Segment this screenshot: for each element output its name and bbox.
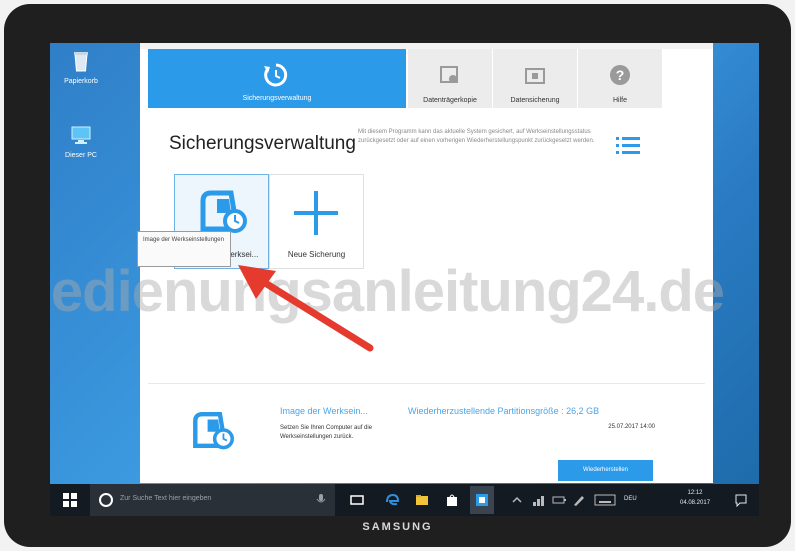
backup-restore-icon [264,63,288,87]
page-title: Sicherungsverwaltung [169,133,356,154]
divider [148,383,705,384]
desktop-icon-this-pc[interactable]: Dieser PC [52,123,110,159]
clock-date: 04.08.2017 [680,500,711,506]
computer-icon [71,126,91,144]
page-description: Mit diesem Programm kann das aktuelle Sy… [358,129,595,144]
tab-hilfe[interactable]: ? Hilfe [578,49,662,108]
clock[interactable]: 12:12 04.08.2017 [680,488,710,508]
details-title: Image der Werksein... [280,406,368,416]
factory-image-icon [200,190,247,233]
desktop-icon-recycle-bin[interactable]: Papierkorb [52,49,110,85]
tab-label: Hilfe [612,97,627,104]
store-icon[interactable] [445,493,459,507]
cortana-icon [99,493,113,507]
tab-label: Datensicherung [510,97,560,104]
plus-icon [294,191,338,235]
tab-datentraegerkopie[interactable]: Datenträgerkopie [408,49,492,108]
language-indicator[interactable]: DEU [624,496,637,502]
restore-button[interactable]: Wiederherstellen [558,460,653,481]
svg-text:?: ? [616,67,625,83]
disk-copy-icon [440,66,458,83]
annotation-arrow [238,265,374,352]
list-menu-icon[interactable] [616,136,640,154]
keyboard-icon[interactable] [594,493,616,507]
pen-icon[interactable] [572,493,586,507]
tab-label: Datenträgerkopie [423,97,477,104]
file-explorer-icon[interactable] [415,493,429,507]
help-icon: ? [610,65,630,85]
desktop-icon-label: Papierkorb [64,78,98,85]
data-backup-icon [525,68,545,84]
task-view-icon[interactable] [350,493,364,507]
tablet-frame: Papierkorb Dieser PC Sicherungsverwaltun… [4,4,791,547]
tab-label: Sicherungsverwaltung [242,95,312,102]
action-center-icon[interactable] [734,493,748,507]
details-description: Setzen Sie Ihren Computer auf die Werkse… [280,425,373,440]
desktop-icon-label: Dieser PC [65,152,97,159]
tab-datensicherung[interactable]: Datensicherung [493,49,577,108]
taskbar-search[interactable]: Zur Suche Text hier eingeben [90,484,335,516]
tab-sicherungsverwaltung[interactable]: Sicherungsverwaltung [148,49,406,108]
factory-image-icon [193,411,234,450]
clock-time: 12:12 [687,490,703,496]
microphone-icon[interactable] [316,494,326,506]
network-icon[interactable] [532,493,546,507]
device-brand-logo: SAMSUNG [362,521,433,533]
windows-start-icon[interactable] [63,493,77,507]
recovery-app-icon [476,494,488,506]
recycle-bin-icon [74,52,88,72]
active-app-highlight[interactable] [470,486,494,514]
details-date: 25.07.2017 14:00 [608,424,655,430]
edge-browser-icon[interactable] [385,493,399,507]
details-partition-size: Wiederherzustellende Partitionsgröße : 2… [408,406,600,416]
watermark: Bedienungsanleitung24.de [50,259,725,324]
chevron-up-icon[interactable] [512,493,522,507]
screen: Papierkorb Dieser PC Sicherungsverwaltun… [50,43,759,516]
battery-icon[interactable] [552,493,566,507]
taskbar: Zur Suche Text hier eingeben DEU 12:12 0… [50,484,759,516]
search-placeholder: Zur Suche Text hier eingeben [120,495,212,502]
